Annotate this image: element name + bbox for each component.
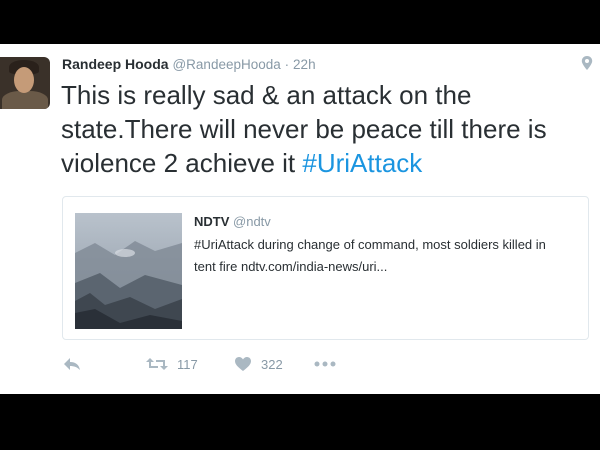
quoted-author-name[interactable]: NDTV	[194, 214, 229, 229]
more-icon[interactable]	[314, 360, 336, 368]
author-name[interactable]: Randeep Hooda	[62, 56, 169, 72]
hashtag-link[interactable]: #UriAttack	[302, 148, 422, 178]
tweet-actions: 117 322	[62, 352, 582, 376]
timestamp[interactable]: 22h	[293, 57, 316, 72]
like-button[interactable]: 322	[234, 352, 283, 376]
heart-icon[interactable]	[234, 356, 252, 372]
retweet-count: 117	[177, 356, 198, 372]
location-pin-icon[interactable]	[580, 55, 594, 71]
quoted-tweet-text: #UriAttack during change of command, mos…	[194, 237, 546, 274]
tweet-header: Randeep Hooda @RandeepHooda · 22h	[62, 56, 316, 72]
avatar[interactable]	[0, 57, 50, 109]
author-handle[interactable]: @RandeepHooda	[172, 57, 280, 72]
tweet-card: Randeep Hooda @RandeepHooda · 22h This i…	[0, 44, 600, 394]
letterbox-top	[0, 0, 600, 44]
separator: ·	[284, 57, 290, 72]
quoted-tweet-image[interactable]	[75, 213, 182, 329]
retweet-icon[interactable]	[146, 356, 168, 372]
like-count: 322	[261, 356, 283, 372]
tweet-text: This is really sad & an attack on the st…	[61, 78, 591, 180]
more-button[interactable]	[314, 352, 336, 376]
quoted-tweet-header: NDTV @ndtv	[194, 214, 271, 229]
reply-icon[interactable]	[62, 356, 82, 372]
quoted-author-handle[interactable]: @ndtv	[233, 214, 271, 229]
retweet-button[interactable]: 117	[146, 352, 198, 376]
letterbox-bottom	[0, 394, 600, 450]
quoted-tweet[interactable]: NDTV @ndtv #UriAttack during change of c…	[62, 196, 589, 340]
reply-button[interactable]	[62, 352, 82, 376]
